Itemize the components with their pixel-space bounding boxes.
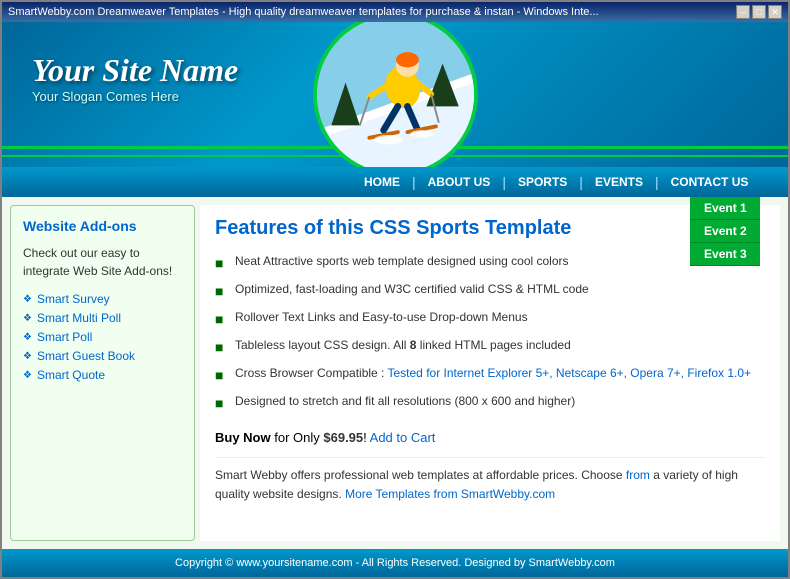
- nav-events[interactable]: EVENTS: [583, 167, 655, 197]
- site-wrapper: Your Site Name Your Slogan Comes Here: [2, 22, 788, 577]
- feature-item-2: ■ Optimized, fast-loading and W3C certif…: [215, 280, 765, 302]
- nav-about[interactable]: ABOUT US: [416, 167, 503, 197]
- sidebar-link-multipoll[interactable]: Smart Multi Poll: [37, 311, 121, 325]
- list-item: Smart Guest Book: [23, 349, 182, 363]
- feature-text-6: Designed to stretch and fit all resoluti…: [235, 392, 575, 410]
- dropdown-event2[interactable]: Event 2: [690, 220, 760, 243]
- skier-image: [313, 22, 478, 167]
- sidebar: Website Add-ons Check out our easy to in…: [10, 205, 195, 541]
- promo-from: from: [626, 468, 650, 482]
- nav-sports-wrapper: SPORTS: [506, 167, 579, 197]
- promo-section: Smart Webby offers professional web temp…: [215, 457, 765, 504]
- list-item: Smart Poll: [23, 330, 182, 344]
- bullet-icon: ■: [215, 365, 227, 386]
- feature-item-5: ■ Cross Browser Compatible : Tested for …: [215, 364, 765, 386]
- feature-text-5: Cross Browser Compatible : Tested for In…: [235, 364, 751, 382]
- bullet-icon: ■: [215, 253, 227, 274]
- feature-text-4: Tableless layout CSS design. All 8 linke…: [235, 336, 571, 354]
- bullet-icon: ■: [215, 393, 227, 414]
- sidebar-link-poll[interactable]: Smart Poll: [37, 330, 92, 344]
- buy-section: Buy Now for Only $69.95! Add to Cart: [215, 426, 765, 445]
- sidebar-title: Website Add-ons: [23, 218, 182, 234]
- feature-item-3: ■ Rollover Text Links and Easy-to-use Dr…: [215, 308, 765, 330]
- more-templates-link[interactable]: More Templates from SmartWebby.com: [345, 487, 555, 501]
- feature-item-4: ■ Tableless layout CSS design. All 8 lin…: [215, 336, 765, 358]
- window-title: SmartWebby.com Dreamweaver Templates - H…: [8, 6, 599, 18]
- bullet-icon: ■: [215, 281, 227, 302]
- main-content: Website Add-ons Check out our easy to in…: [2, 197, 788, 549]
- bullet-icon: ■: [215, 337, 227, 358]
- dropdown-event3[interactable]: Event 3: [690, 243, 760, 266]
- content-title: Features of this CSS Sports Template: [215, 217, 765, 240]
- nav-contact[interactable]: CONTACT US: [659, 167, 761, 197]
- feature-text-1: Neat Attractive sports web template desi…: [235, 252, 569, 270]
- site-name: Your Site Name: [32, 52, 238, 89]
- feature-list: ■ Neat Attractive sports web template de…: [215, 252, 765, 414]
- site-logo: Your Site Name Your Slogan Comes Here: [32, 52, 238, 104]
- list-item: Smart Multi Poll: [23, 311, 182, 325]
- events-dropdown: Event 1 Event 2 Event 3: [690, 197, 760, 266]
- dropdown-event1[interactable]: Event 1: [690, 197, 760, 220]
- list-item: Smart Quote: [23, 368, 182, 382]
- buy-label: Buy Now: [215, 430, 271, 445]
- site-navigation: HOME | ABOUT US | SPORTS | EVENTS | CONT…: [2, 167, 788, 197]
- feature-item-6: ■ Designed to stretch and fit all resolu…: [215, 392, 765, 414]
- feature-text-2: Optimized, fast-loading and W3C certifie…: [235, 280, 589, 298]
- window-controls: – □ ✕: [736, 5, 782, 19]
- nav-home[interactable]: HOME: [352, 167, 412, 197]
- feature-text-3: Rollover Text Links and Easy-to-use Drop…: [235, 308, 528, 326]
- footer-text: Copyright © www.yoursitename.com - All R…: [175, 557, 615, 569]
- sidebar-link-quote[interactable]: Smart Quote: [37, 368, 105, 382]
- title-bar: SmartWebby.com Dreamweaver Templates - H…: [2, 2, 788, 22]
- minimize-button[interactable]: –: [736, 5, 750, 19]
- sidebar-links: Smart Survey Smart Multi Poll Smart Poll…: [23, 292, 182, 382]
- cross-browser-link[interactable]: Tested for Internet Explorer 5+, Netscap…: [388, 366, 752, 380]
- maximize-button[interactable]: □: [752, 5, 766, 19]
- close-button[interactable]: ✕: [768, 5, 782, 19]
- feature-item-1: ■ Neat Attractive sports web template de…: [215, 252, 765, 274]
- site-header: Your Site Name Your Slogan Comes Here: [2, 22, 788, 167]
- bullet-icon: ■: [215, 309, 227, 330]
- price: $69.95: [323, 430, 363, 445]
- nav-items: HOME | ABOUT US | SPORTS | EVENTS | CONT…: [352, 167, 760, 197]
- sidebar-description: Check out our easy to integrate Web Site…: [23, 244, 182, 280]
- nav-sports[interactable]: SPORTS: [506, 175, 579, 189]
- promo-prefix: Smart Webby offers professional web temp…: [215, 468, 626, 482]
- add-to-cart-link[interactable]: Add to Cart: [370, 430, 436, 445]
- site-footer: Copyright © www.yoursitename.com - All R…: [2, 549, 788, 577]
- list-item: Smart Survey: [23, 292, 182, 306]
- buy-suffix: for Only: [271, 430, 324, 445]
- sidebar-link-guestbook[interactable]: Smart Guest Book: [37, 349, 135, 363]
- sidebar-link-survey[interactable]: Smart Survey: [37, 292, 110, 306]
- site-slogan: Your Slogan Comes Here: [32, 89, 238, 104]
